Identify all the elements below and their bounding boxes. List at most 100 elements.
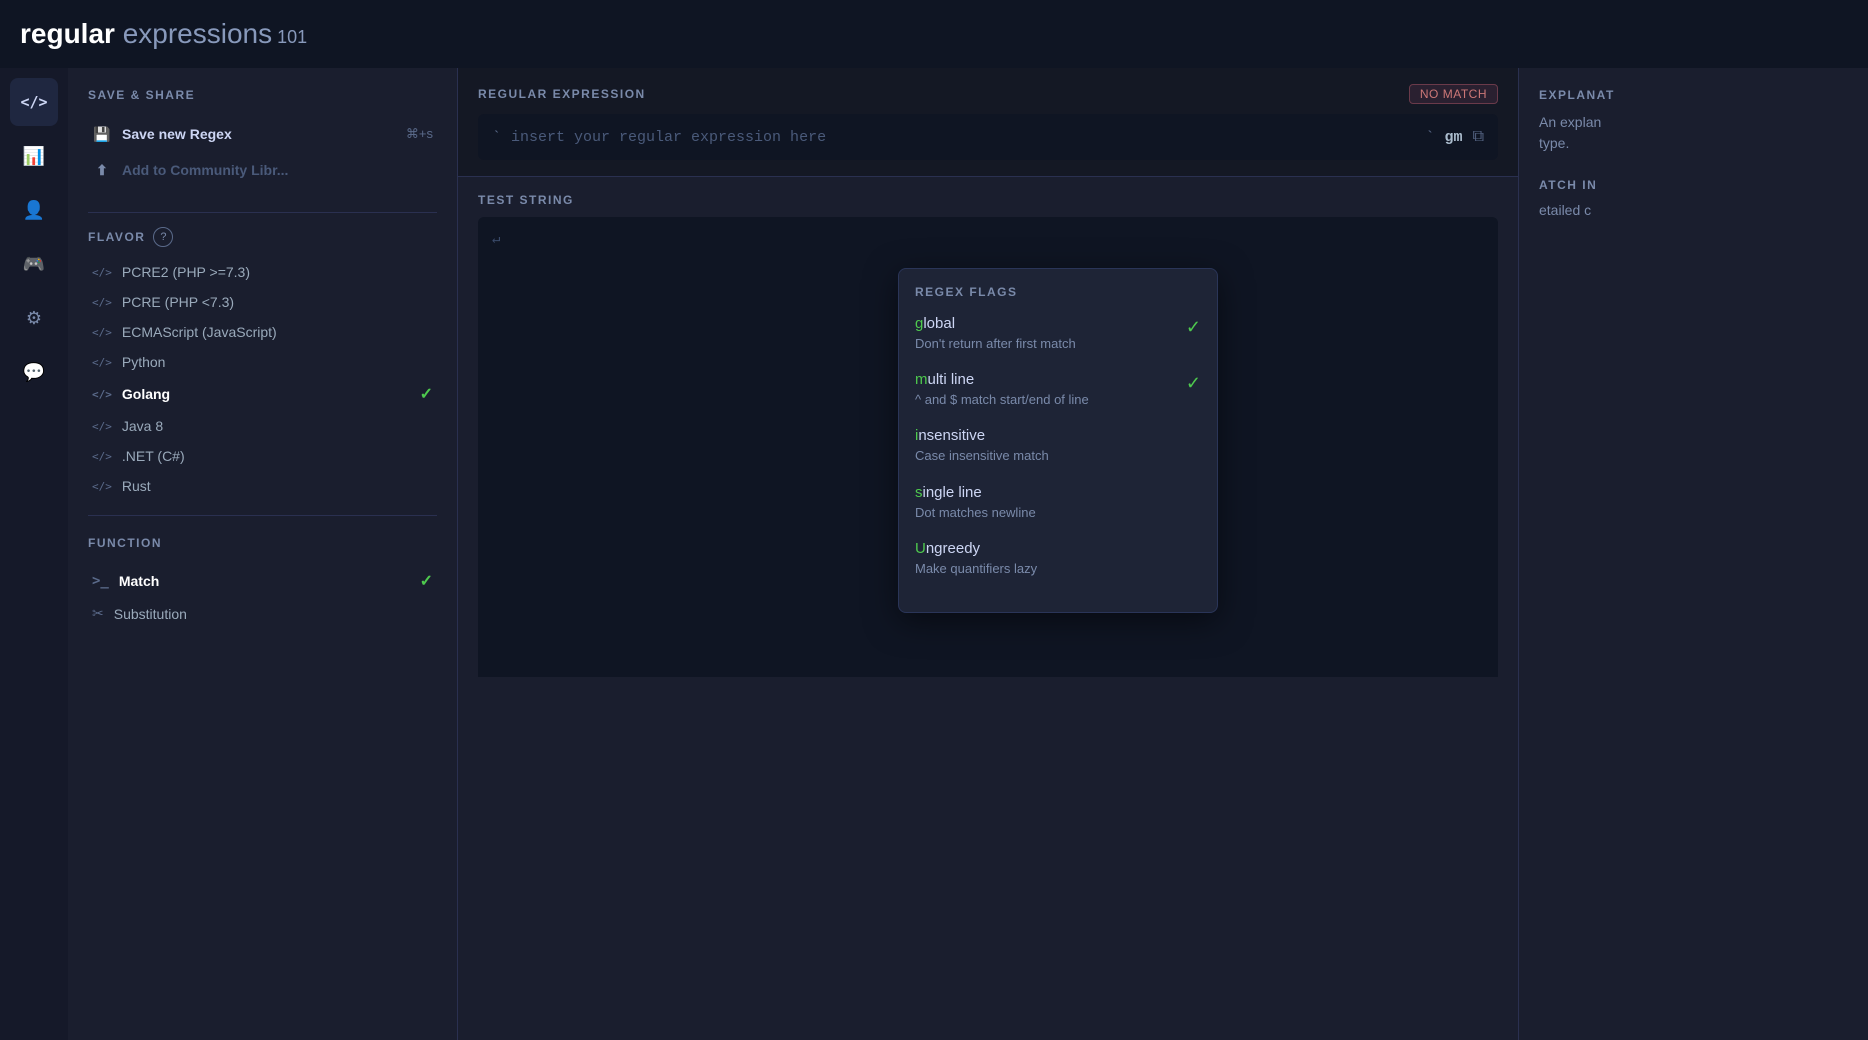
divider-2 bbox=[88, 515, 437, 516]
save-icon: 💾 bbox=[92, 124, 112, 144]
code-bracket-icon: </> bbox=[92, 296, 112, 309]
flag-insensitive-name: insensitive bbox=[915, 427, 1049, 444]
flag-item-singleline[interactable]: single line Dot matches newline bbox=[915, 484, 1201, 522]
flavor-help-icon[interactable]: ? bbox=[153, 227, 173, 247]
save-share-section: SAVE & SHARE 💾 Save new Regex ⌘+s ⬆ Add … bbox=[88, 88, 437, 188]
flag-item-global[interactable]: global Don't return after first match ✓ bbox=[915, 315, 1201, 353]
flavor-item-pcre[interactable]: </> PCRE (PHP <7.3) bbox=[88, 287, 437, 317]
flavor-label: .NET (C#) bbox=[122, 448, 185, 464]
code-bracket-icon: </> bbox=[92, 326, 112, 339]
upload-icon: ⬆ bbox=[92, 160, 112, 180]
flag-item-multiline[interactable]: multi line ^ and $ match start/end of li… bbox=[915, 371, 1201, 409]
explanation-text: An explantype. bbox=[1539, 112, 1848, 154]
sidebar-quiz-button[interactable]: 🎮 bbox=[10, 240, 58, 288]
sidebar-code-button[interactable]: </> bbox=[10, 78, 58, 126]
flags-dropdown: REGEX FLAGS global Don't return after fi… bbox=[898, 268, 1218, 613]
flag-singleline-name: single line bbox=[915, 484, 1036, 501]
function-item-substitution[interactable]: ✂ Substitution bbox=[88, 598, 437, 629]
sidebar-stats-button[interactable]: 📊 bbox=[10, 132, 58, 180]
flag-multiline-desc: ^ and $ match start/end of line bbox=[915, 391, 1089, 409]
flag-rest: ingle line bbox=[923, 484, 982, 501]
flavor-item-pcre2[interactable]: </> PCRE2 (PHP >=7.3) bbox=[88, 257, 437, 287]
flags-dropdown-title: REGEX FLAGS bbox=[915, 285, 1201, 299]
logo-num: 101 bbox=[272, 27, 307, 47]
flavor-item-rust[interactable]: </> Rust bbox=[88, 471, 437, 501]
substitution-icon: ✂ bbox=[92, 605, 104, 622]
check-icon: ✓ bbox=[420, 571, 433, 591]
flavor-item-java8[interactable]: </> Java 8 bbox=[88, 411, 437, 441]
top-bar: regular expressions 101 bbox=[0, 0, 1868, 68]
flavor-item-dotnet[interactable]: </> .NET (C#) bbox=[88, 441, 437, 471]
code-bracket-icon: </> bbox=[92, 480, 112, 493]
regex-input-bar[interactable]: ` insert your regular expression here ` … bbox=[478, 114, 1498, 160]
test-string-label: TEST STRING bbox=[478, 193, 1498, 207]
user-icon: 👤 bbox=[23, 200, 45, 221]
regex-placeholder: insert your regular expression here bbox=[511, 129, 1416, 146]
sidebar-chat-button[interactable]: 💬 bbox=[10, 348, 58, 396]
match-info-title: ATCH IN bbox=[1539, 178, 1848, 192]
match-info-text: etailed c bbox=[1539, 202, 1848, 218]
gamepad-icon: 🎮 bbox=[23, 254, 45, 275]
flavor-label: Golang bbox=[122, 386, 170, 402]
add-community-label: Add to Community Libr... bbox=[122, 162, 288, 178]
flavor-label: ECMAScript (JavaScript) bbox=[122, 324, 277, 340]
flavor-title: FLAVOR bbox=[88, 230, 145, 244]
right-panel: EXPLANAT An explantype. ATCH IN etailed … bbox=[1518, 68, 1868, 1040]
flavor-label: Python bbox=[122, 354, 166, 370]
flag-multiline-check: ✓ bbox=[1186, 373, 1201, 394]
delimiter-close: ` bbox=[1426, 129, 1435, 146]
flag-global-name: global bbox=[915, 315, 1076, 332]
save-shortcut: ⌘+s bbox=[406, 126, 433, 142]
main-layout: </> 📊 👤 🎮 ⚙ 💬 SAVE & SHARE 💾 Save new Re… bbox=[0, 68, 1868, 1040]
flavor-label: Rust bbox=[122, 478, 151, 494]
chat-icon: 💬 bbox=[23, 362, 45, 383]
flavor-item-golang[interactable]: </> Golang ✓ bbox=[88, 377, 437, 411]
function-title: FUNCTION bbox=[88, 536, 437, 550]
flavor-item-ecmascript[interactable]: </> ECMAScript (JavaScript) bbox=[88, 317, 437, 347]
flavor-label: PCRE (PHP <7.3) bbox=[122, 294, 234, 310]
save-new-label: Save new Regex bbox=[122, 126, 232, 142]
flag-insensitive-desc: Case insensitive match bbox=[915, 447, 1049, 465]
code-bracket-icon: </> bbox=[92, 388, 112, 401]
flag-global-info: global Don't return after first match bbox=[915, 315, 1076, 353]
logo: regular expressions 101 bbox=[20, 18, 307, 50]
flavor-header: FLAVOR ? bbox=[88, 227, 437, 247]
sidebar-settings-button[interactable]: ⚙ bbox=[10, 294, 58, 342]
no-match-badge: no match bbox=[1409, 84, 1498, 104]
gear-icon: ⚙ bbox=[26, 308, 42, 329]
delimiter-open: ` bbox=[492, 129, 501, 146]
flag-highlight: U bbox=[915, 540, 926, 557]
main-content: REGULAR EXPRESSION no match ` insert you… bbox=[458, 68, 1518, 1040]
function-section: FUNCTION >_ Match ✓ ✂ Substitution bbox=[88, 536, 437, 629]
logo-regular: regular bbox=[20, 18, 115, 49]
flag-singleline-info: single line Dot matches newline bbox=[915, 484, 1036, 522]
copy-icon[interactable]: ⧉ bbox=[1473, 128, 1484, 146]
flag-rest: nsensitive bbox=[918, 427, 985, 444]
function-label: Match bbox=[119, 573, 159, 589]
flag-multiline-info: multi line ^ and $ match start/end of li… bbox=[915, 371, 1089, 409]
flavor-item-python[interactable]: </> Python bbox=[88, 347, 437, 377]
add-community-button[interactable]: ⬆ Add to Community Libr... bbox=[88, 152, 437, 188]
flag-item-ungreedy[interactable]: Ungreedy Make quantifiers lazy bbox=[915, 540, 1201, 578]
regex-section: REGULAR EXPRESSION no match ` insert you… bbox=[458, 68, 1518, 177]
sidebar-user-button[interactable]: 👤 bbox=[10, 186, 58, 234]
save-share-title: SAVE & SHARE bbox=[88, 88, 437, 102]
function-item-match[interactable]: >_ Match ✓ bbox=[88, 564, 437, 598]
flag-ungreedy-info: Ungreedy Make quantifiers lazy bbox=[915, 540, 1037, 578]
check-icon: ✓ bbox=[420, 384, 433, 404]
save-new-regex-button[interactable]: 💾 Save new Regex ⌘+s bbox=[88, 116, 437, 152]
enter-symbol: ↵ bbox=[492, 232, 500, 248]
flavor-section: FLAVOR ? </> PCRE2 (PHP >=7.3) </> PCRE … bbox=[88, 227, 437, 501]
bar-chart-icon: 📊 bbox=[23, 146, 45, 167]
match-icon: >_ bbox=[92, 573, 109, 589]
flag-highlight: m bbox=[915, 371, 928, 388]
regex-flags[interactable]: gm bbox=[1445, 129, 1463, 146]
left-panel: SAVE & SHARE 💾 Save new Regex ⌘+s ⬆ Add … bbox=[68, 68, 458, 1040]
function-label: Substitution bbox=[114, 606, 187, 622]
code-bracket-icon: </> bbox=[92, 266, 112, 279]
flag-ungreedy-desc: Make quantifiers lazy bbox=[915, 560, 1037, 578]
flavor-label: Java 8 bbox=[122, 418, 163, 434]
regex-label: REGULAR EXPRESSION no match bbox=[478, 84, 1498, 104]
flag-rest: ulti line bbox=[928, 371, 975, 388]
flag-item-insensitive[interactable]: insensitive Case insensitive match bbox=[915, 427, 1201, 465]
